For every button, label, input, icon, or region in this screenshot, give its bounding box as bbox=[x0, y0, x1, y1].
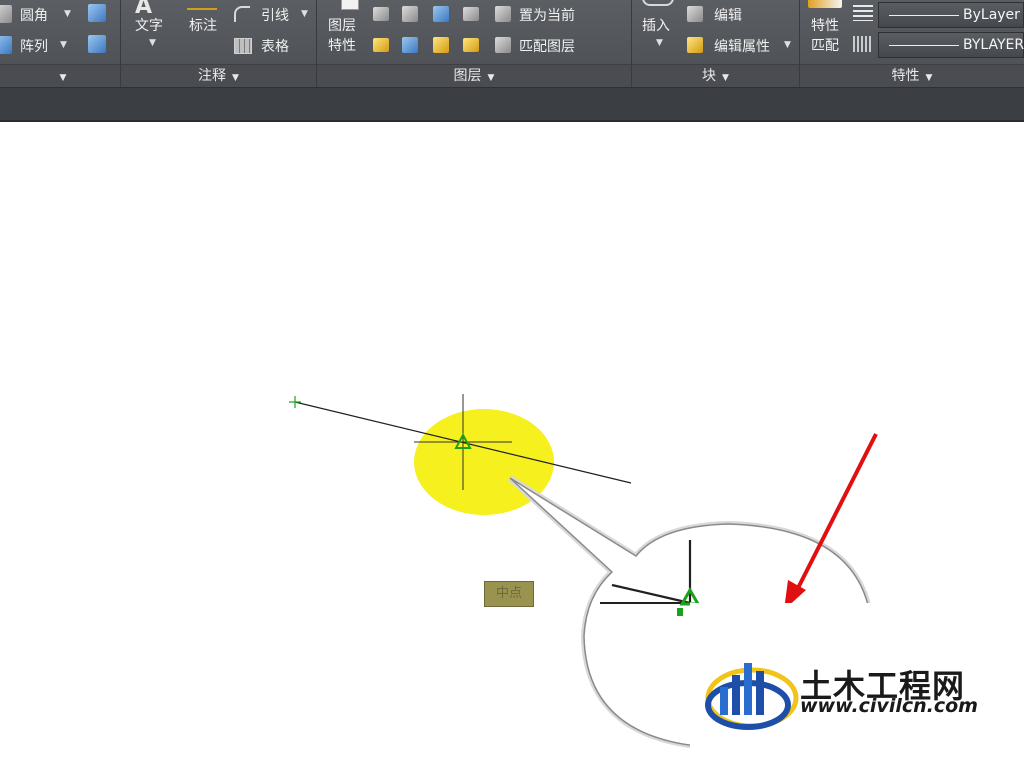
civilcn-logo-icon bbox=[705, 663, 799, 730]
lineweight-dropdown[interactable]: BYLAYER bbox=[878, 32, 1024, 58]
layers-panel-title-text: 图层 bbox=[453, 68, 482, 84]
block-panel-title-text: 块 bbox=[702, 68, 717, 84]
annotation-panel: A 文字 ▼ 标注 引线 ▼ 表格 注释 ▼ bbox=[121, 0, 317, 87]
leader-button-label[interactable]: 引线 bbox=[261, 5, 289, 25]
leader-dropdown-arrow[interactable]: ▼ bbox=[301, 9, 308, 19]
site-watermark: 土木工程网 www.civilcn.com bbox=[690, 603, 978, 753]
array-button-label[interactable]: 阵列 bbox=[20, 36, 48, 56]
block-edit-icon[interactable] bbox=[687, 6, 703, 22]
ribbon: 圆角 ▼ 阵列 ▼ ▼ A 文字 ▼ 标注 引线 ▼ 表格 注释 ▼ 图层 特性 … bbox=[0, 0, 1024, 88]
set-current-button-label[interactable]: 置为当前 bbox=[519, 5, 575, 25]
insert-button-label[interactable]: 插入 bbox=[642, 16, 670, 36]
lineweight-preview bbox=[889, 45, 959, 46]
block-panel-title[interactable]: 块 ▼ bbox=[632, 64, 799, 87]
fillet-button-label[interactable]: 圆角 bbox=[20, 5, 48, 25]
layer-unisolate-icon[interactable] bbox=[402, 37, 418, 53]
match-properties-icon[interactable] bbox=[808, 0, 842, 8]
line-start-point-marker bbox=[289, 396, 301, 408]
layers-panel-title[interactable]: 图层 ▼ bbox=[317, 64, 631, 87]
layer-freeze-icon[interactable] bbox=[433, 6, 449, 22]
edit-attributes-dropdown-arrow[interactable]: ▼ bbox=[784, 40, 791, 50]
array-dropdown-arrow[interactable]: ▼ bbox=[60, 40, 67, 50]
layer-lock-icon[interactable] bbox=[463, 7, 479, 21]
match-properties-label-1[interactable]: 特性 bbox=[811, 16, 839, 36]
fillet-dropdown-arrow[interactable]: ▼ bbox=[64, 9, 71, 19]
leader-icon[interactable] bbox=[234, 6, 250, 22]
set-current-icon[interactable] bbox=[495, 6, 511, 22]
dimension-button-label[interactable]: 标注 bbox=[189, 16, 217, 36]
stretch-icon[interactable] bbox=[88, 35, 106, 53]
layer-on-icon[interactable] bbox=[373, 38, 389, 52]
layers-panel: 图层 特性 置为当前 匹配图层 图层 ▼ bbox=[317, 0, 632, 87]
linetype-dropdown[interactable]: ByLayer bbox=[878, 2, 1024, 28]
modify-panel-title[interactable]: ▼ bbox=[0, 64, 120, 87]
layer-off-icon[interactable] bbox=[373, 7, 389, 21]
zoom-snap-marker bbox=[677, 608, 683, 616]
annotation-panel-title[interactable]: 注释 ▼ bbox=[121, 64, 316, 87]
file-tab-strip bbox=[0, 88, 1024, 122]
text-dropdown-arrow[interactable]: ▼ bbox=[149, 38, 156, 48]
block-panel: 插入 ▼ 编辑 编辑属性 ▼ 块 ▼ bbox=[632, 0, 800, 87]
layer-properties-label-2[interactable]: 特性 bbox=[328, 36, 356, 56]
array-icon[interactable] bbox=[0, 36, 12, 54]
table-icon[interactable] bbox=[234, 38, 252, 54]
match-properties-label-2[interactable]: 匹配 bbox=[811, 36, 839, 56]
osnap-tooltip: 中点 bbox=[484, 581, 534, 607]
annotation-panel-title-text: 注释 bbox=[198, 68, 227, 84]
text-button-label[interactable]: 文字 bbox=[135, 16, 163, 36]
layer-unlock-icon[interactable] bbox=[463, 38, 479, 52]
edit-attributes-button-label[interactable]: 编辑属性 bbox=[714, 36, 770, 56]
linetype-icon bbox=[853, 5, 873, 21]
block-edit-button-label[interactable]: 编辑 bbox=[714, 5, 742, 25]
properties-panel-title[interactable]: 特性 ▼ bbox=[800, 64, 1024, 87]
watermark-url: www.civilcn.com bbox=[800, 695, 978, 717]
layer-properties-label-1[interactable]: 图层 bbox=[328, 16, 356, 36]
layer-properties-icon[interactable] bbox=[341, 0, 359, 10]
layer-isolate-icon[interactable] bbox=[402, 6, 418, 22]
fillet-icon[interactable] bbox=[0, 5, 12, 23]
match-layer-icon[interactable] bbox=[495, 37, 511, 53]
dimension-icon[interactable] bbox=[187, 0, 217, 10]
linetype-preview bbox=[889, 15, 959, 16]
edit-attributes-icon[interactable] bbox=[687, 37, 703, 53]
match-layer-button-label[interactable]: 匹配图层 bbox=[519, 36, 575, 56]
insert-dropdown-arrow[interactable]: ▼ bbox=[656, 38, 663, 48]
insert-block-icon[interactable] bbox=[642, 0, 674, 6]
lineweight-value: BYLAYER bbox=[963, 37, 1024, 53]
linetype-value: ByLayer bbox=[963, 7, 1020, 23]
modify-panel: 圆角 ▼ 阵列 ▼ ▼ bbox=[0, 0, 121, 87]
layer-thaw-icon[interactable] bbox=[433, 37, 449, 53]
lineweight-icon bbox=[853, 36, 873, 52]
properties-panel-title-text: 特性 bbox=[891, 68, 920, 84]
table-button-label[interactable]: 表格 bbox=[261, 36, 289, 56]
solid-edit-icon[interactable] bbox=[88, 4, 106, 22]
